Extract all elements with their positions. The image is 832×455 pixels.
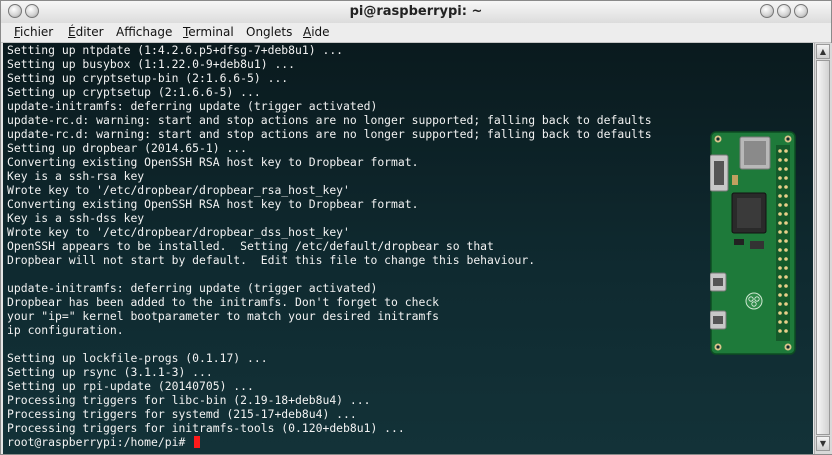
terminal-line: Setting up cryptsetup (2:1.6.6-5) ... [7,85,261,99]
terminal-line: Key is a ssh-dss key [7,211,145,225]
vertical-scrollbar[interactable]: ▲ ▼ [814,43,832,454]
terminal-line: Setting up rsync (3.1.1-3) ... [7,365,213,379]
terminal-line: Setting up rpi-update (20140705) ... [7,379,254,393]
terminal-line: Processing triggers for initramfs-tools … [7,421,405,435]
terminal-output[interactable]: Setting up ntpdate (1:4.2.6.p5+dfsg-7+de… [3,43,813,454]
terminal-line: Setting up busybox (1:1.22.0-9+deb8u1) .… [7,57,296,71]
terminal-line: Setting up dropbear (2014.65-1) ... [7,141,248,155]
window-title: pi@raspberrypi: ~ [349,4,483,19]
shell-prompt: root@raspberrypi:/home/pi# [7,435,193,449]
terminal-line: Converting existing OpenSSH RSA host key… [7,197,419,211]
terminal-lines: Setting up ntpdate (1:4.2.6.p5+dfsg-7+de… [7,43,652,449]
menu-onglets-label: Onglets [246,25,293,39]
terminal-line: Wrote key to '/etc/dropbear/dropbear_dss… [7,225,350,239]
menu-terminal[interactable]: Terminal [183,25,234,39]
terminal-line: ip configuration. [7,323,124,337]
title-bar[interactable]: pi@raspberrypi: ~ [1,1,831,24]
menu-affichage[interactable]: Affichage [116,25,172,39]
terminal-line: Dropbear will not start by default. Edit… [7,253,536,267]
menu-affichage-label: Affichage [116,25,173,39]
scrollbar-thumb[interactable] [816,60,830,435]
menu-aide-mnemonic: A [303,25,312,39]
menu-editer-mnemonic: É [68,25,76,39]
terminal-line: Converting existing OpenSSH RSA host key… [7,155,419,169]
menu-aide[interactable]: Aide [303,25,330,39]
menu-aide-rest: ide [311,25,330,39]
prompt-line[interactable]: root@raspberrypi:/home/pi# [7,435,652,449]
terminal-line: Wrote key to '/etc/dropbear/dropbear_rsa… [7,183,350,197]
terminal-line: Key is a ssh-rsa key [7,169,145,183]
raspberry-pi-zero-board-image [710,131,796,355]
menu-bar: Fichier Éditer Affichage Terminal Onglet… [1,23,831,43]
menu-editer-rest: diter [75,25,104,39]
terminal-line: update-rc.d: warning: start and stop act… [7,113,652,127]
terminal-line: update-initramfs: deferring update (trig… [7,281,378,295]
terminal-line: OpenSSH appears to be installed. Setting… [7,239,494,253]
terminal-window: pi@raspberrypi: ~ Fichier Éditer Afficha… [0,0,832,455]
scroll-up-icon[interactable]: ▲ [816,44,830,59]
minimize-icon[interactable] [760,4,774,18]
terminal-line: Processing triggers for systemd (215-17+… [7,407,357,421]
terminal-line: your "ip=" kernel bootparameter to match… [7,309,440,323]
terminal-line: Setting up lockfile-progs (0.1.17) ... [7,351,268,365]
terminal-line: Dropbear has been added to the initramfs… [7,295,440,309]
text-cursor [194,436,201,448]
menu-onglets[interactable]: Onglets [246,25,292,39]
menu-terminal-rest: erminal [188,25,234,39]
menu-editer[interactable]: Éditer [68,25,104,39]
terminal-line: update-initramfs: deferring update (trig… [7,99,378,113]
terminal-line: Processing triggers for libc-bin (2.19-1… [7,393,371,407]
terminal-line: Setting up cryptsetup-bin (2:1.6.6-5) ..… [7,71,289,85]
maximize-icon[interactable] [777,4,791,18]
terminal-line: Setting up ntpdate (1:4.2.6.p5+dfsg-7+de… [7,43,344,57]
menu-fichier[interactable]: Fichier [14,25,53,39]
scroll-down-icon[interactable]: ▼ [816,436,830,451]
menu-fichier-rest: ichier [20,25,54,39]
close-icon[interactable] [794,4,808,18]
terminal-line: update-rc.d: warning: start and stop act… [7,127,652,141]
